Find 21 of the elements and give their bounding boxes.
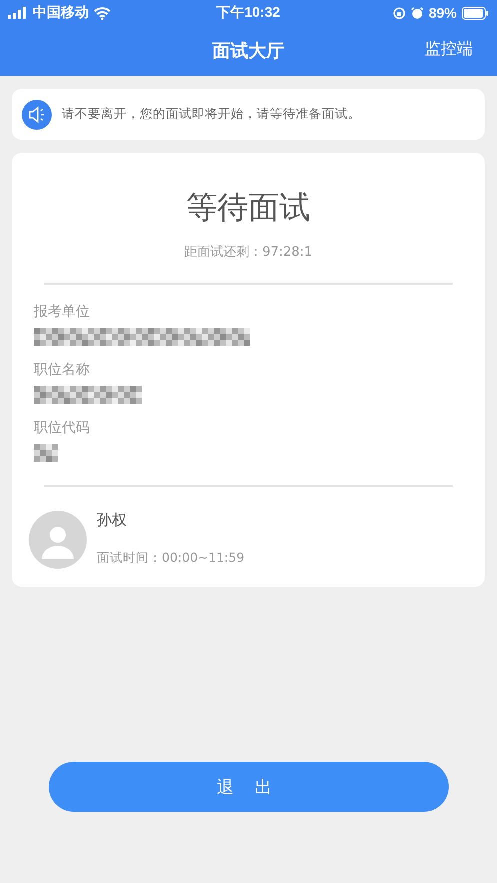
field-label: 职位名称 bbox=[34, 361, 91, 379]
signal-icon bbox=[8, 7, 28, 19]
alarm-icon bbox=[410, 6, 424, 20]
battery-percent: 89% bbox=[428, 5, 457, 21]
speaker-icon bbox=[22, 100, 52, 130]
clock-time: 下午10:32 bbox=[216, 4, 280, 22]
countdown-text: 距面试还剩：97:28:1 bbox=[183, 244, 314, 261]
field-label: 报考单位 bbox=[34, 303, 91, 321]
status-heading: 等待面试 bbox=[186, 189, 312, 228]
avatar-icon bbox=[29, 511, 87, 569]
monitor-link[interactable]: 监控端 bbox=[425, 39, 473, 60]
notice-text: 请不要离开，您的面试即将开始，请等待准备面试。 bbox=[62, 106, 361, 123]
rotation-lock-icon bbox=[392, 6, 406, 20]
wifi-icon bbox=[94, 6, 111, 20]
battery-icon bbox=[462, 6, 489, 20]
candidate-name: 孙权 bbox=[97, 511, 128, 530]
page-title: 面试大厅 bbox=[212, 40, 284, 63]
carrier-name: 中国移动 bbox=[33, 4, 89, 22]
exit-button[interactable]: 退 出 bbox=[48, 762, 448, 812]
field-label: 职位代码 bbox=[34, 419, 91, 437]
interview-time: 面试时间：00:00~11:59 bbox=[97, 550, 245, 567]
